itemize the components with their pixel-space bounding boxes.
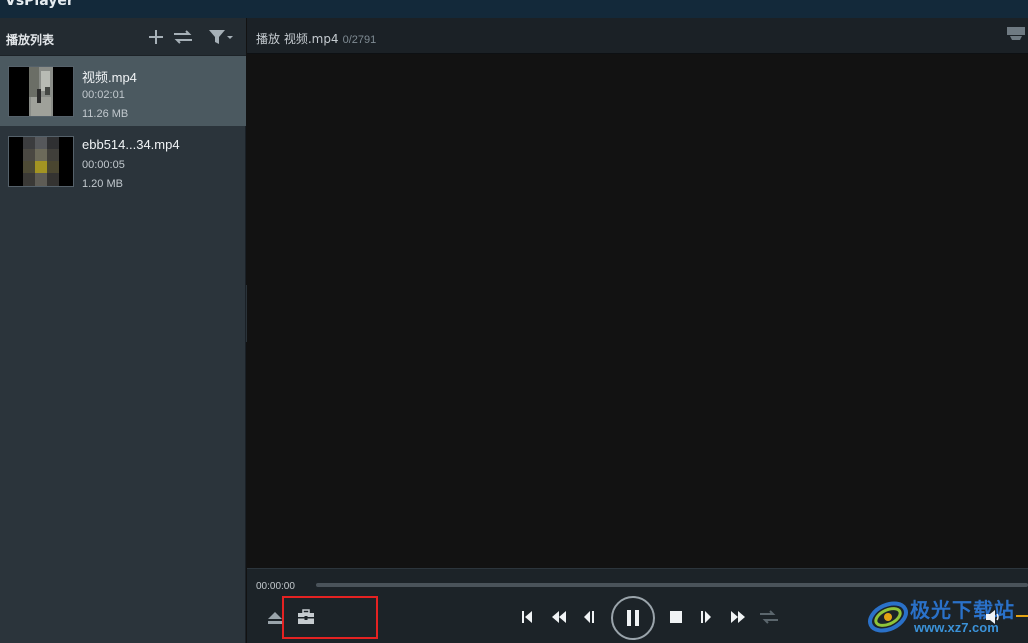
fast-forward-icon[interactable] — [728, 608, 748, 626]
playlist-item-duration: 00:02:01 — [82, 89, 125, 101]
now-playing-label: 播放 视频.mp4 0/2791 — [256, 30, 376, 47]
volume-icon[interactable] — [983, 607, 1003, 627]
playlist-item[interactable]: 视频.mp4 00:02:01 11.26 MB — [0, 56, 246, 126]
playlist-title: 播放列表 — [6, 33, 55, 47]
video-thumbnail — [8, 66, 74, 117]
video-thumbnail — [8, 136, 74, 187]
playlist-item-name: ebb514...34.mp4 — [82, 137, 180, 152]
highlight-box — [282, 596, 378, 639]
playlist-item-duration: 00:00:05 — [82, 159, 125, 171]
plus-icon[interactable] — [146, 27, 166, 47]
monitor-icon[interactable] — [1006, 26, 1026, 42]
filter-icon[interactable] — [208, 27, 234, 47]
rewind-icon[interactable] — [549, 608, 569, 626]
current-time: 00:00:00 — [256, 581, 295, 592]
now-playing-text: 播放 视频.mp4 — [256, 32, 339, 46]
swap-icon[interactable] — [173, 27, 193, 47]
prev-frame-icon[interactable] — [518, 608, 536, 626]
playlist-panel: 播放列表 视频.mp4 00:02:01 11.26 MB ebb514...3… — [0, 18, 246, 643]
playlist-item-size: 11.26 MB — [82, 108, 129, 120]
player-status-bar: 播放 视频.mp4 0/2791 — [247, 18, 1028, 54]
pause-button[interactable] — [611, 596, 655, 640]
watermark-swirl-icon — [868, 601, 908, 633]
stop-icon[interactable] — [667, 608, 685, 626]
app-title: VsPlayer — [5, 0, 74, 9]
step-forward-icon[interactable] — [697, 608, 715, 626]
progress-bar[interactable] — [316, 583, 1028, 587]
playlist-item[interactable]: ebb514...34.mp4 00:00:05 1.20 MB — [0, 126, 246, 196]
playlist-item-size: 1.20 MB — [82, 178, 123, 190]
repeat-icon[interactable] — [758, 608, 780, 626]
playlist-header: 播放列表 — [0, 18, 246, 56]
watermark-logo: 极光下载站 www.xz7.com — [866, 592, 1028, 643]
step-back-icon[interactable] — [580, 608, 598, 626]
pause-icon — [627, 610, 639, 626]
playlist-item-name: 视频.mp4 — [82, 70, 137, 85]
volume-slider[interactable] — [1016, 615, 1028, 617]
frame-counter: 0/2791 — [342, 34, 377, 46]
title-bar: VsPlayer — [0, 0, 1028, 18]
video-display[interactable] — [247, 55, 1028, 568]
